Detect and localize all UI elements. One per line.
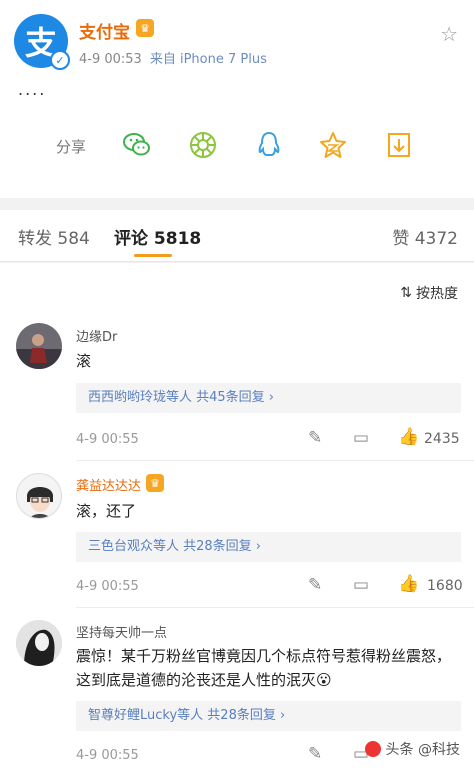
watermark-text: 头条 @科技 (385, 742, 460, 758)
commenter-name[interactable]: 边缘Dr (76, 326, 117, 345)
post-source: 来自 iPhone 7 Plus (149, 52, 267, 67)
comment-divider (76, 460, 474, 461)
comment-replies-link[interactable]: 智尊好鲤Lucky等人 共28条回复 › (76, 701, 461, 731)
comment-time: 4-9 00:55 (76, 748, 139, 763)
active-tab-indicator (134, 254, 172, 257)
like-count: 2435 (424, 431, 460, 447)
like-count: 1680 (427, 578, 463, 594)
repost-icon[interactable]: ✎ (308, 575, 322, 595)
reply-icon[interactable]: ▭ (353, 428, 369, 448)
commenter-avatar[interactable] (16, 620, 62, 666)
comment-divider (76, 607, 474, 608)
commenter-avatar[interactable] (16, 473, 62, 519)
moments-icon[interactable] (188, 130, 218, 160)
repost-icon[interactable]: ✎ (308, 744, 322, 764)
comment-time: 4-9 00:55 (76, 579, 139, 594)
comment-time: 4-9 00:55 (76, 432, 139, 447)
tab-repost[interactable]: 转发 584 (18, 224, 90, 249)
reply-icon[interactable]: ▭ (353, 575, 369, 595)
wechat-icon[interactable] (122, 130, 152, 160)
post-text: .... (18, 80, 47, 99)
comment-text: 震惊！某千万粉丝官博竟因几个标点符号惹得粉丝震怒，这到底是道德的沦丧还是人性的泯… (76, 647, 452, 689)
tab-likes[interactable]: 赞 4372 (392, 224, 458, 249)
watermark-logo-icon (364, 741, 381, 757)
comment-replies-link[interactable]: 三色台观众等人 共28条回复 › (76, 532, 461, 562)
post-card: 支 ✓ 支付宝 ♛ 4-9 00:53 来自 iPhone 7 Plus ☆ ..… (0, 0, 474, 198)
comment-text: 滚，还了 (76, 502, 137, 520)
share-label: 分享 (56, 138, 87, 156)
watermark: 头条 @科技 (364, 739, 460, 759)
comment-replies-link[interactable]: 西西哟哟玲珑等人 共45条回复 › (76, 383, 461, 413)
commenter-name[interactable]: 龚益达达达 (76, 475, 141, 494)
vip-crown-icon: ♛ (146, 474, 164, 492)
like-icon[interactable]: 👍 (398, 427, 419, 447)
like-icon[interactable]: 👍 (398, 574, 419, 594)
sort-label: 按热度 (416, 286, 458, 302)
favorite-star-icon[interactable]: ☆ (440, 22, 458, 46)
vip-crown-icon: ♛ (136, 19, 154, 37)
qq-icon[interactable] (254, 130, 284, 160)
commenter-name[interactable]: 坚持每天帅一点 (76, 622, 167, 641)
share-row: 分享 (0, 128, 474, 164)
commenter-avatar[interactable] (16, 323, 62, 369)
sort-icon: ⇅ (400, 285, 412, 301)
post-tabs: 转发 584 评论 5818 赞 4372 (0, 210, 474, 262)
tab-comments[interactable]: 评论 5818 (114, 224, 201, 249)
author-name[interactable]: 支付宝 (79, 18, 130, 43)
save-image-icon[interactable] (384, 130, 414, 160)
post-time: 4-9 00:53 (79, 52, 142, 67)
qzone-icon[interactable] (318, 130, 348, 160)
post-meta: 4-9 00:53 来自 iPhone 7 Plus (79, 48, 267, 67)
sort-button[interactable]: ⇅ 按热度 (400, 283, 458, 303)
verified-badge-icon: ✓ (50, 50, 70, 70)
comment-list: ⇅ 按热度 边缘Dr 滚 西西哟哟玲珑等人 共45条回复 › 4-9 00:55… (0, 263, 474, 769)
repost-icon[interactable]: ✎ (308, 428, 322, 448)
comment-text: 滚 (76, 352, 92, 370)
